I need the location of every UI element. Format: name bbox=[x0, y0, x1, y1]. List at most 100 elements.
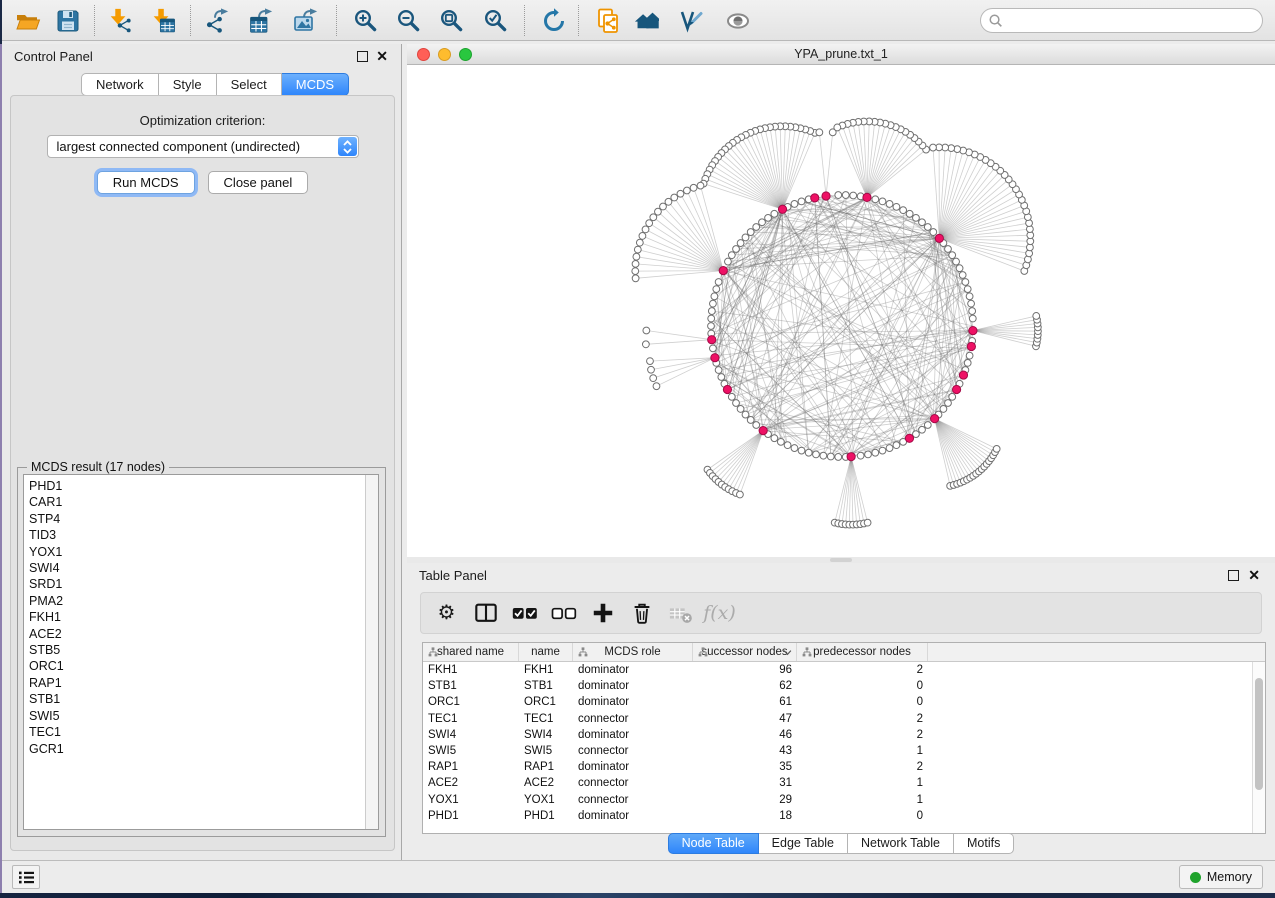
cell-predecessor-nodes: 0 bbox=[797, 678, 928, 694]
optimization-select-value: largest connected component (undirected) bbox=[57, 136, 301, 157]
show-task-history-button[interactable] bbox=[12, 865, 40, 889]
column-header-mcds-role[interactable]: MCDS role bbox=[573, 643, 693, 661]
open-session-icon[interactable] bbox=[14, 7, 41, 34]
table-row[interactable]: ORC1ORC1dominator610 bbox=[423, 694, 1265, 710]
tab-mcds[interactable]: MCDS bbox=[282, 73, 349, 96]
window-minimize-icon[interactable] bbox=[438, 48, 451, 61]
mcds-result-item[interactable]: SWI4 bbox=[29, 560, 378, 576]
cell-predecessor-nodes: 2 bbox=[797, 662, 928, 678]
column-header-predecessor-nodes[interactable]: predecessor nodes bbox=[797, 643, 928, 661]
network-graph[interactable] bbox=[407, 65, 1275, 556]
import-table-icon[interactable] bbox=[149, 7, 176, 34]
mcds-result-item[interactable]: STP4 bbox=[29, 511, 378, 527]
tab-network[interactable]: Network bbox=[81, 73, 159, 96]
table-tabs: Node TableEdge TableNetwork TableMotifs bbox=[407, 833, 1275, 854]
cell-successor-nodes: 29 bbox=[693, 792, 797, 808]
run-mcds-button[interactable]: Run MCDS bbox=[97, 171, 195, 194]
mcds-result-item[interactable]: PHD1 bbox=[29, 478, 378, 494]
export-table-icon[interactable] bbox=[248, 7, 275, 34]
column-header-shared-name[interactable]: shared name bbox=[423, 643, 519, 661]
close-panel-icon[interactable]: ✕ bbox=[376, 48, 388, 64]
mcds-result-item[interactable]: TEC1 bbox=[29, 724, 378, 740]
mcds-result-item[interactable]: STB1 bbox=[29, 691, 378, 707]
zoom-selected-icon[interactable] bbox=[482, 7, 509, 34]
new-network-from-selection-icon[interactable] bbox=[594, 7, 621, 34]
add-column-icon[interactable] bbox=[589, 600, 616, 627]
table-scrollbar-thumb[interactable] bbox=[1255, 678, 1263, 790]
table-row[interactable]: SWI4SWI4dominator462 bbox=[423, 727, 1265, 743]
table-body: FKH1FKH1dominator962STB1STB1dominator620… bbox=[423, 662, 1265, 824]
column-header-name[interactable]: name bbox=[519, 643, 573, 661]
mcds-result-item[interactable]: SRD1 bbox=[29, 576, 378, 592]
mcds-result-item[interactable]: RAP1 bbox=[29, 675, 378, 691]
task-list-icon bbox=[18, 870, 35, 885]
window-zoom-icon[interactable] bbox=[459, 48, 472, 61]
cell-predecessor-nodes: 1 bbox=[797, 743, 928, 759]
mcds-result-item[interactable]: PMA2 bbox=[29, 593, 378, 609]
zoom-out-icon[interactable] bbox=[395, 7, 422, 34]
mcds-result-listbox[interactable]: PHD1CAR1STP4TID3YOX1SWI4SRD1PMA2FKH1ACE2… bbox=[23, 474, 379, 830]
result-list-scrollbar[interactable] bbox=[365, 475, 378, 829]
close-panel-button[interactable]: Close panel bbox=[208, 171, 309, 194]
deselect-all-checkbox-icon[interactable] bbox=[550, 600, 577, 627]
mcds-result-item[interactable]: ACE2 bbox=[29, 626, 378, 642]
delete-icon[interactable] bbox=[628, 600, 655, 627]
export-network-icon[interactable] bbox=[204, 7, 231, 34]
cell-predecessor-nodes: 0 bbox=[797, 694, 928, 710]
float-window-icon[interactable] bbox=[357, 51, 368, 62]
tab-edge-table[interactable]: Edge Table bbox=[759, 833, 848, 854]
tab-network-table[interactable]: Network Table bbox=[848, 833, 954, 854]
column-header-successor-nodes[interactable]: successor nodes bbox=[693, 643, 797, 661]
table-row[interactable]: STB1STB1dominator620 bbox=[423, 678, 1265, 694]
show-hide-icon[interactable] bbox=[724, 7, 751, 34]
network-canvas[interactable] bbox=[407, 65, 1275, 557]
table-row[interactable]: TEC1TEC1connector472 bbox=[423, 711, 1265, 727]
settings-gear-icon[interactable]: ⚙ bbox=[433, 600, 460, 627]
select-all-checkbox-icon[interactable] bbox=[511, 600, 538, 627]
memory-button[interactable]: Memory bbox=[1179, 865, 1263, 889]
tab-style[interactable]: Style bbox=[159, 73, 217, 96]
mcds-result-item[interactable]: ORC1 bbox=[29, 658, 378, 674]
search-field[interactable] bbox=[980, 8, 1263, 33]
network-title: YPA_prune.txt_1 bbox=[407, 44, 1275, 64]
mcds-result-item[interactable]: YOX1 bbox=[29, 544, 378, 560]
table-row[interactable]: FKH1FKH1dominator962 bbox=[423, 662, 1265, 678]
mcds-result-item[interactable]: GCR1 bbox=[29, 741, 378, 757]
close-table-panel-icon[interactable]: ✕ bbox=[1248, 567, 1260, 583]
tab-motifs[interactable]: Motifs bbox=[954, 833, 1014, 854]
window-close-icon[interactable] bbox=[417, 48, 430, 61]
mcds-result-item[interactable]: SWI5 bbox=[29, 708, 378, 724]
tab-node-table[interactable]: Node Table bbox=[668, 833, 759, 854]
memory-status-icon bbox=[1190, 872, 1201, 883]
table-scrollbar[interactable] bbox=[1252, 662, 1265, 833]
mcds-result-item[interactable]: TID3 bbox=[29, 527, 378, 543]
mcds-result-item[interactable]: FKH1 bbox=[29, 609, 378, 625]
network-home-icon[interactable] bbox=[632, 7, 659, 34]
zoom-in-icon[interactable] bbox=[352, 7, 379, 34]
table-row[interactable]: SWI5SWI5connector431 bbox=[423, 743, 1265, 759]
refresh-layout-icon[interactable] bbox=[540, 7, 567, 34]
table-row[interactable]: ACE2ACE2connector311 bbox=[423, 775, 1265, 791]
mcds-result-item[interactable]: STB5 bbox=[29, 642, 378, 658]
mcds-result-item[interactable]: CAR1 bbox=[29, 494, 378, 510]
tab-select[interactable]: Select bbox=[217, 73, 282, 96]
cell-shared-name: FKH1 bbox=[423, 662, 519, 678]
delete-table-icon bbox=[667, 600, 694, 627]
cell-mcds-role: connector bbox=[573, 775, 693, 791]
float-table-panel-icon[interactable] bbox=[1228, 570, 1239, 581]
table-row[interactable]: RAP1RAP1dominator352 bbox=[423, 759, 1265, 775]
table-row[interactable]: PHD1PHD1dominator180 bbox=[423, 808, 1265, 824]
divider-handle-icon[interactable] bbox=[830, 558, 852, 562]
export-image-icon[interactable] bbox=[293, 7, 320, 34]
split-columns-icon[interactable] bbox=[472, 600, 499, 627]
save-session-icon[interactable] bbox=[54, 7, 81, 34]
zoom-fit-icon[interactable] bbox=[438, 7, 465, 34]
sort-desc-icon bbox=[783, 649, 792, 656]
cell-shared-name: SWI5 bbox=[423, 743, 519, 759]
search-input[interactable] bbox=[1007, 14, 1262, 28]
apply-style-icon[interactable] bbox=[677, 7, 704, 34]
optimization-select[interactable]: largest connected component (undirected) bbox=[47, 135, 359, 158]
table-row[interactable]: YOX1YOX1connector291 bbox=[423, 792, 1265, 808]
import-network-icon[interactable] bbox=[106, 7, 133, 34]
network-view-window: YPA_prune.txt_1 bbox=[407, 44, 1275, 557]
